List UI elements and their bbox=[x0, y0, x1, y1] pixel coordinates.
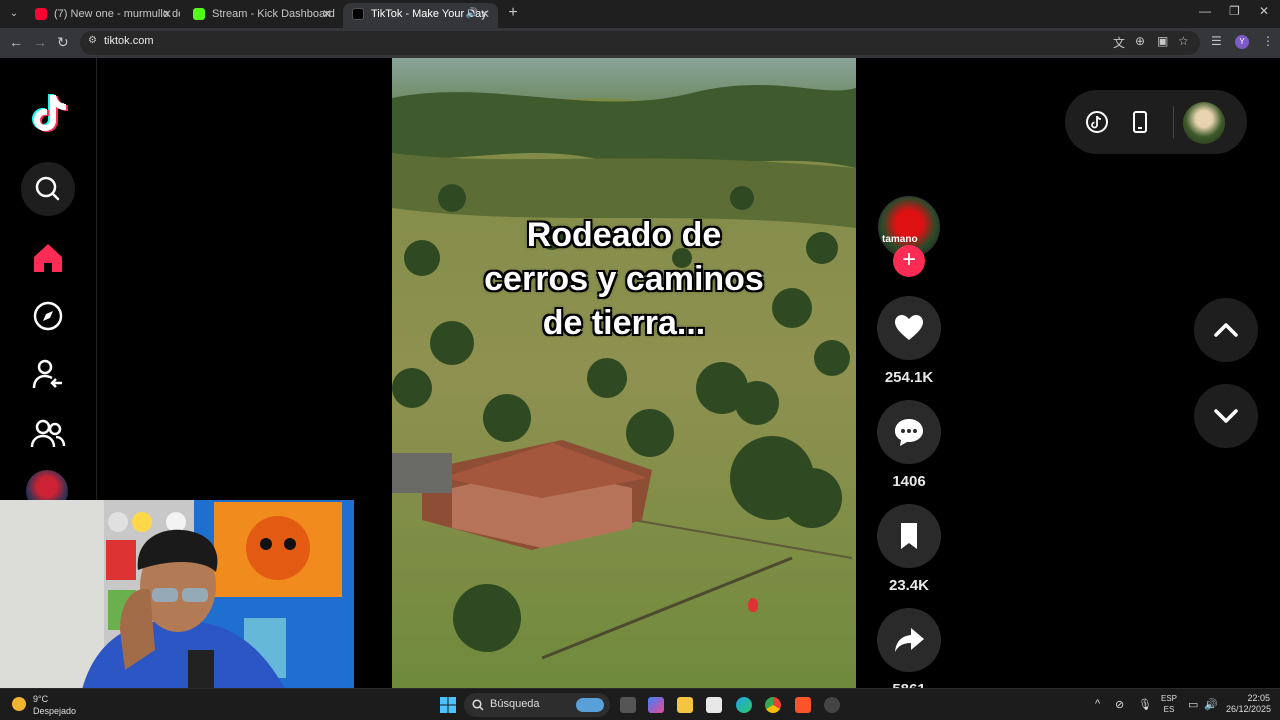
youtube-icon bbox=[35, 8, 47, 20]
save-button[interactable] bbox=[877, 504, 941, 568]
copilot-icon[interactable] bbox=[648, 697, 664, 713]
divider bbox=[1173, 106, 1174, 138]
close-icon[interactable]: ✕ bbox=[162, 3, 172, 25]
video-caption: Rodeado de cerros y caminos de tierra... bbox=[392, 213, 856, 345]
next-video-button[interactable] bbox=[1194, 384, 1258, 448]
weather-description: Despejado bbox=[33, 706, 77, 716]
search-button[interactable] bbox=[21, 162, 75, 216]
tray-overflow-icon[interactable]: ^ bbox=[1095, 698, 1100, 710]
network-icon[interactable]: ▭ bbox=[1188, 698, 1198, 711]
task-view-icon[interactable] bbox=[620, 697, 636, 713]
language-code: ESP bbox=[1161, 694, 1178, 703]
taskbar-search[interactable]: Búsqueda bbox=[464, 693, 610, 717]
taskbar: 9°C Despejado Búsqueda ^ ⊘ 🎙 ESP ES ▭ 🔊 … bbox=[0, 688, 1280, 720]
url-text: tiktok.com bbox=[104, 35, 154, 47]
kick-icon bbox=[193, 8, 205, 20]
phone-icon[interactable] bbox=[1128, 110, 1152, 134]
weather-temp: 9°C bbox=[33, 694, 49, 704]
reading-list-icon[interactable]: ☰ bbox=[1211, 34, 1222, 48]
cast-icon[interactable]: ▣ bbox=[1157, 34, 1168, 48]
tiktok-icon bbox=[352, 8, 364, 20]
user-avatar[interactable] bbox=[1183, 102, 1225, 144]
reload-button[interactable]: ↻ bbox=[57, 34, 69, 51]
volume-icon[interactable]: 🔊 bbox=[1204, 698, 1218, 711]
keyboard-code: ES bbox=[1163, 705, 1175, 714]
like-button[interactable] bbox=[877, 296, 941, 360]
back-button[interactable]: ← bbox=[9, 34, 23, 50]
friends-icon[interactable] bbox=[30, 416, 66, 452]
file-explorer-icon[interactable] bbox=[677, 697, 693, 713]
browser-tab-bar: ⌄ (7) New one - murmullo descu ✕ Stream … bbox=[0, 0, 1280, 28]
audio-icon[interactable]: 🔊 bbox=[466, 3, 478, 25]
zoom-icon[interactable]: ⊕ bbox=[1135, 34, 1145, 48]
brave-icon[interactable] bbox=[795, 697, 811, 713]
video-frame bbox=[392, 58, 856, 688]
profile-avatar[interactable]: Y bbox=[1235, 35, 1249, 49]
store-icon[interactable] bbox=[706, 697, 722, 713]
mouse-cursor bbox=[748, 598, 758, 612]
chrome-icon[interactable] bbox=[765, 697, 781, 713]
chevron-up-icon bbox=[1214, 323, 1238, 337]
minimize-button[interactable]: — bbox=[1199, 4, 1211, 18]
home-icon[interactable] bbox=[30, 240, 66, 276]
follow-button[interactable]: + bbox=[893, 245, 925, 277]
microphone-icon[interactable]: 🎙 bbox=[1138, 698, 1152, 711]
weather-icon[interactable] bbox=[12, 697, 26, 711]
close-icon[interactable]: ✕ bbox=[480, 3, 490, 25]
share-button[interactable] bbox=[877, 608, 941, 672]
caption-line: Rodeado de bbox=[526, 216, 722, 254]
tab-search-button[interactable]: ⌄ bbox=[4, 5, 24, 23]
browser-toolbar: ← → ↻ ⚙ tiktok.com 文 ⊕ ▣ ☆ ☰ Y ⋮ bbox=[0, 28, 1280, 58]
comment-count: 1406 bbox=[892, 473, 926, 490]
address-bar[interactable]: ⚙ tiktok.com bbox=[80, 31, 1200, 55]
tray-app-icon[interactable]: ⊘ bbox=[1115, 698, 1124, 711]
tab-tiktok[interactable]: TikTok - Make Your Day 🔊 ✕ bbox=[343, 3, 498, 28]
comment-button[interactable] bbox=[877, 400, 941, 464]
search-icon bbox=[472, 699, 484, 711]
explore-icon[interactable] bbox=[30, 298, 66, 334]
edge-icon[interactable] bbox=[736, 697, 752, 713]
windows-start-icon[interactable] bbox=[440, 697, 456, 713]
date: 26/12/2025 bbox=[1226, 704, 1272, 714]
search-highlight-icon bbox=[576, 698, 604, 712]
caption-line: cerros y caminos bbox=[484, 260, 764, 298]
share-icon bbox=[895, 628, 924, 652]
close-icon[interactable]: ✕ bbox=[322, 3, 332, 25]
heart-icon bbox=[895, 315, 923, 340]
translate-icon[interactable]: 文 bbox=[1113, 34, 1125, 51]
creator-avatar-label: tamano bbox=[882, 234, 918, 245]
save-count: 23.4K bbox=[888, 577, 930, 594]
site-info-icon[interactable]: ⚙ bbox=[88, 35, 97, 46]
video-player[interactable]: Rodeado de cerros y caminos de tierra... bbox=[392, 58, 856, 688]
menu-icon[interactable]: ⋮ bbox=[1262, 34, 1274, 48]
tab-youtube[interactable]: (7) New one - murmullo descu ✕ bbox=[26, 3, 180, 28]
window-close-button[interactable]: ✕ bbox=[1259, 4, 1269, 18]
clock[interactable]: 22:05 26/12/2025 bbox=[1226, 693, 1272, 715]
bookmark-star-icon[interactable]: ☆ bbox=[1178, 34, 1189, 48]
previous-video-button[interactable] bbox=[1194, 298, 1258, 362]
forward-button[interactable]: → bbox=[33, 34, 47, 50]
chevron-down-icon bbox=[1214, 409, 1238, 423]
following-icon[interactable] bbox=[30, 356, 66, 392]
webcam-image bbox=[0, 500, 354, 698]
action-bar: tamano + 254.1K 1406 23.4K 5861 bbox=[876, 58, 942, 689]
top-controls bbox=[1065, 90, 1247, 154]
time: 22:05 bbox=[1247, 693, 1270, 703]
bookmark-icon bbox=[901, 523, 917, 549]
restore-button[interactable]: ❐ bbox=[1229, 4, 1240, 18]
taskbar-search-label: Búsqueda bbox=[490, 698, 540, 710]
search-icon bbox=[35, 176, 60, 201]
app-icon[interactable] bbox=[824, 697, 840, 713]
tiktok-coins-icon[interactable] bbox=[1085, 110, 1109, 134]
tiktok-logo-icon[interactable] bbox=[28, 91, 68, 133]
comment-icon bbox=[895, 419, 923, 446]
webcam-overlay bbox=[0, 500, 354, 698]
tab-label: Stream - Kick Dashboard bbox=[212, 8, 335, 20]
new-tab-button[interactable]: + bbox=[505, 4, 521, 22]
tab-kick[interactable]: Stream - Kick Dashboard ✕ bbox=[184, 3, 340, 28]
language-indicator[interactable]: ESP ES bbox=[1161, 693, 1177, 715]
caption-line: de tierra... bbox=[542, 304, 706, 342]
like-count: 254.1K bbox=[884, 369, 934, 386]
